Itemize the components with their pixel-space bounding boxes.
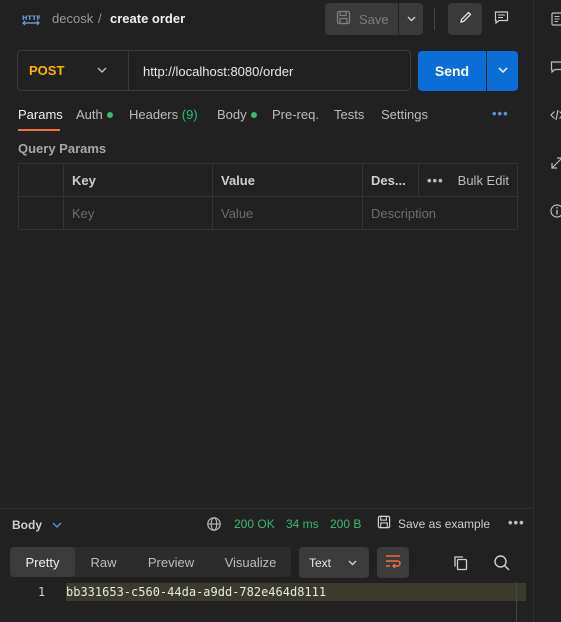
method-select[interactable]: POST <box>18 51 129 90</box>
tab-auth[interactable]: Auth <box>76 107 113 122</box>
comment-icon <box>494 10 509 28</box>
bulk-edit-group: ••• Bulk Edit <box>427 164 509 197</box>
request-tabs: Params Auth Headers (9) Body Pre-req. Te… <box>18 104 518 132</box>
response-size[interactable]: 200 B <box>330 517 361 531</box>
tab-body[interactable]: Body <box>217 107 257 122</box>
response-view-tabs: Pretty Raw Preview Visualize <box>10 547 291 577</box>
search-icon[interactable] <box>492 553 512 573</box>
right-sidebar <box>533 0 561 622</box>
chevron-down-icon <box>406 12 417 27</box>
save-as-example-button[interactable]: Save as example <box>377 515 490 532</box>
comment-icon[interactable] <box>550 60 561 74</box>
query-params-heading: Query Params <box>18 141 107 156</box>
column-header-key: Key <box>64 164 213 197</box>
tab-label: Params <box>18 107 63 122</box>
table-header-row: Key Value Des... ••• Bulk Edit <box>19 164 517 197</box>
tab-label: Body <box>217 107 247 122</box>
tab-label: Tests <box>334 107 365 122</box>
column-header-value: Value <box>213 164 363 197</box>
info-icon[interactable] <box>550 204 561 218</box>
wrap-lines-icon <box>385 554 401 571</box>
tab-params[interactable]: Params <box>18 107 63 122</box>
globe-icon[interactable] <box>206 516 222 532</box>
edit-button[interactable] <box>448 3 482 35</box>
view-preview[interactable]: Preview <box>132 547 210 577</box>
pencil-icon <box>458 10 473 28</box>
breadcrumb-separator: / <box>98 11 102 26</box>
chevron-down-icon <box>347 557 358 568</box>
save-label: Save <box>359 11 389 27</box>
view-pretty[interactable]: Pretty <box>10 547 75 577</box>
tab-label: Settings <box>381 107 428 122</box>
response-more-button[interactable]: ••• <box>508 515 525 530</box>
chevron-down-icon <box>497 64 509 79</box>
key-input[interactable]: Key <box>64 197 213 230</box>
floppy-icon <box>377 515 391 532</box>
comments-button[interactable] <box>484 3 518 35</box>
url-input[interactable]: http://localhost:8080/order <box>143 64 293 79</box>
request-panel: HTTP decosk / create order Save POST htt… <box>0 0 533 622</box>
line-number: 1 <box>38 585 46 599</box>
active-tab-indicator <box>18 129 60 131</box>
floppy-icon <box>336 10 351 28</box>
wrap-lines-button[interactable] <box>377 547 409 578</box>
table-row: Key Value Description <box>19 197 517 230</box>
value-input[interactable]: Value <box>213 197 363 230</box>
response-body-line: 1 bb331653-c560-44da-a9dd-782e464d8111 <box>10 583 526 601</box>
related-icon[interactable] <box>550 156 561 170</box>
url-bar: POST http://localhost:8080/order <box>17 50 411 91</box>
tab-pre-request[interactable]: Pre-req. <box>272 107 319 122</box>
description-input[interactable]: Description <box>363 197 517 230</box>
request-title[interactable]: create order <box>110 11 185 26</box>
method-label: POST <box>29 63 65 78</box>
code-icon[interactable] <box>550 108 561 122</box>
copy-icon[interactable] <box>451 553 471 573</box>
status-code[interactable]: 200 OK <box>234 517 275 531</box>
send-button[interactable]: Send <box>418 51 486 91</box>
status-dot <box>106 112 113 118</box>
format-label: Text <box>309 555 332 570</box>
status-dot <box>250 112 257 118</box>
column-options-button[interactable]: ••• <box>427 173 444 188</box>
more-tabs-button[interactable]: ••• <box>492 106 509 121</box>
http-icon: HTTP <box>22 10 41 28</box>
request-header: HTTP decosk / create order Save <box>0 0 533 40</box>
breadcrumb-workspace[interactable]: decosk <box>52 11 93 26</box>
tab-label: Headers <box>129 107 179 122</box>
editor-scrollbar[interactable] <box>516 582 517 622</box>
response-header: Body 200 OK 34 ms 200 B Save as example … <box>0 508 533 538</box>
query-params-table: Key Value Des... ••• Bulk Edit Key Value… <box>18 163 518 230</box>
chevron-down-icon[interactable] <box>51 519 63 531</box>
view-visualize[interactable]: Visualize <box>210 547 291 577</box>
save-as-example-label: Save as example <box>398 516 491 531</box>
response-time[interactable]: 34 ms <box>286 517 319 531</box>
tab-settings[interactable]: Settings <box>381 107 428 122</box>
row-checkbox-cell <box>19 197 64 230</box>
response-body-label[interactable]: Body <box>12 518 42 532</box>
headers-count: (9) <box>181 107 198 122</box>
response-body-text[interactable]: bb331653-c560-44da-a9dd-782e464d8111 <box>66 585 326 599</box>
tab-label: Pre-req. <box>272 107 319 122</box>
format-select[interactable]: Text <box>299 547 369 578</box>
tab-headers[interactable]: Headers (9) <box>129 107 198 122</box>
tab-tests[interactable]: Tests <box>334 107 364 122</box>
toolbar-divider <box>434 8 435 30</box>
column-header-description: Des... <box>363 164 419 197</box>
send-options-button[interactable] <box>487 51 518 91</box>
save-button[interactable]: Save <box>325 3 398 35</box>
docs-icon[interactable] <box>550 12 561 26</box>
chevron-down-icon <box>96 64 108 76</box>
save-options-button[interactable] <box>399 3 423 35</box>
view-raw[interactable]: Raw <box>75 547 132 577</box>
bulk-edit-button[interactable]: Bulk Edit <box>458 173 509 188</box>
tab-label: Auth <box>76 107 103 122</box>
checkbox-column-header <box>19 164 64 197</box>
